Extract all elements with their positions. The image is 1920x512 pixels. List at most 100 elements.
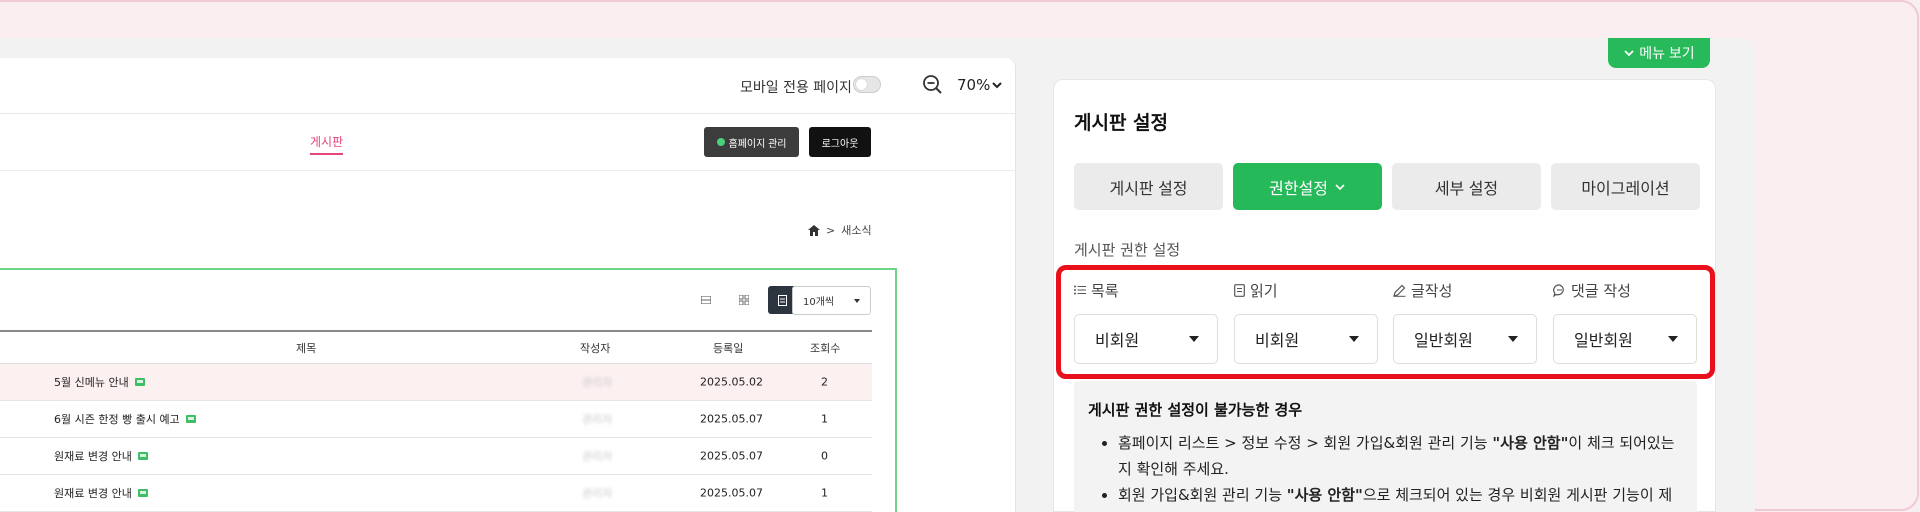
home-admin-button[interactable]: 홈페이지 관리: [704, 127, 799, 157]
image-icon: [137, 452, 148, 460]
post-views: 1: [821, 486, 828, 500]
table-row[interactable]: 6월 시즌 한정 빵 출시 예고 관리자 2025.05.07 1: [0, 401, 872, 438]
list-icon: [1074, 285, 1086, 295]
settings-tabs: 게시판 설정 권한설정 세부 설정 마이그레이션: [1074, 163, 1700, 210]
table-row[interactable]: 원재료 변경 안내 관리자 2025.05.07 0: [0, 438, 872, 475]
board-widget: 10개씩 제목 작성자 등록일 조회수 5월 신메뉴 안내 관리자 2025.0…: [0, 268, 897, 512]
header-views: 조회수: [810, 341, 841, 355]
breadcrumb: > 새소식: [808, 222, 872, 238]
post-date: 2025.05.02: [700, 375, 763, 389]
chevron-down-icon[interactable]: [990, 78, 1004, 92]
permission-label-text: 읽기: [1250, 281, 1278, 300]
logout-button[interactable]: 로그아웃: [809, 127, 871, 157]
board-settings-panel: 게시판 설정 게시판 설정 권한설정 세부 설정 마이그레이션 게시판 권한 설…: [1053, 79, 1716, 512]
image-icon: [134, 378, 145, 386]
document-view-icon: [777, 294, 787, 306]
chevron-down-icon: [1624, 50, 1634, 57]
permission-highlight-box: 목록 비회원 읽기 비회원 글작성 일반회원 댓글 작성 일반회원: [1056, 265, 1715, 379]
post-title-text: 원재료 변경 안내: [54, 487, 132, 500]
post-date: 2025.05.07: [700, 486, 763, 500]
post-title[interactable]: 6월 시즌 한정 빵 출시 예고: [54, 411, 196, 427]
table-row[interactable]: 원재료 변경 안내 관리자 2025.05.07 1: [0, 475, 872, 512]
permission-label: 글작성: [1393, 280, 1537, 300]
zoom-out-icon[interactable]: [922, 74, 944, 96]
view-list-button[interactable]: [692, 286, 720, 314]
list-item: 홈페이지 리스트 > 정보 수정 > 회원 가입&회원 관리 기능 "사용 안함…: [1118, 430, 1681, 482]
permission-value: 일반회원: [1574, 331, 1633, 350]
post-views: 0: [821, 449, 828, 463]
notice-list: 홈페이지 리스트 > 정보 수정 > 회원 가입&회원 관리 기능 "사용 안함…: [1088, 430, 1681, 512]
list-item: 회원 가입&회원 관리 기능 "사용 안함"으로 체크되어 있는 경우 비회원 …: [1118, 482, 1681, 512]
preview-toolbar: 모바일 전용 페이지 70%: [0, 58, 1016, 114]
breadcrumb-separator: >: [826, 223, 836, 237]
permission-label-text: 목록: [1091, 281, 1119, 300]
caret-down-icon: [1668, 336, 1678, 342]
permission-section-label: 게시판 권한 설정: [1074, 241, 1181, 259]
image-icon: [137, 489, 148, 497]
caret-down-icon: [1508, 336, 1518, 342]
post-title-text: 6월 시즌 한정 빵 출시 예고: [54, 413, 180, 426]
post-author: 관리자: [582, 487, 613, 500]
header-author: 작성자: [580, 341, 611, 355]
permission-write-select[interactable]: 일반회원: [1393, 314, 1537, 364]
mobile-only-toggle[interactable]: [853, 76, 881, 93]
post-title[interactable]: 5월 신메뉴 안내: [54, 374, 145, 390]
home-icon[interactable]: [808, 224, 820, 236]
zoom-level[interactable]: 70%: [957, 76, 990, 94]
tab-permissions[interactable]: 권한설정: [1233, 163, 1382, 210]
caret-down-icon: [854, 298, 860, 303]
permission-value: 비회원: [1255, 331, 1300, 350]
permission-label: 읽기: [1234, 280, 1378, 300]
grid-view-icon: [739, 295, 749, 305]
permission-label-text: 댓글 작성: [1571, 281, 1631, 300]
post-author: 관리자: [582, 413, 613, 426]
permission-value: 비회원: [1095, 331, 1140, 350]
tab-migration[interactable]: 마이그레이션: [1551, 163, 1700, 210]
post-views: 2: [821, 375, 828, 389]
chevron-down-icon: [1335, 183, 1345, 190]
permission-write: 글작성 일반회원: [1393, 280, 1537, 364]
tab-board-settings[interactable]: 게시판 설정: [1074, 163, 1223, 210]
view-mode-switcher: [692, 286, 796, 314]
notice-emphasis: "사용 안함": [1492, 434, 1569, 452]
breadcrumb-current: 새소식: [841, 224, 872, 237]
notice-text: 회원 가입&회원 관리 기능: [1118, 486, 1287, 504]
caret-down-icon: [1349, 336, 1359, 342]
permission-list-select[interactable]: 비회원: [1074, 314, 1218, 364]
post-title[interactable]: 원재료 변경 안내: [54, 485, 148, 501]
permission-read-select[interactable]: 비회원: [1234, 314, 1378, 364]
notice-title: 게시판 권한 설정이 불가능한 경우: [1088, 401, 1303, 419]
tab-detail-settings[interactable]: 세부 설정: [1392, 163, 1541, 210]
permission-read: 읽기 비회원: [1234, 280, 1378, 364]
view-grid-button[interactable]: [730, 286, 758, 314]
permission-value: 일반회원: [1414, 331, 1473, 350]
per-page-select[interactable]: 10개씩: [792, 286, 871, 315]
permission-label: 댓글 작성: [1553, 280, 1697, 300]
mobile-only-label: 모바일 전용 페이지: [740, 80, 852, 96]
document-icon: [1234, 283, 1245, 297]
plus-circle-icon: [716, 138, 725, 146]
list-view-icon: [701, 296, 711, 304]
permission-comment-select[interactable]: 일반회원: [1553, 314, 1697, 364]
pencil-icon: [1393, 284, 1406, 297]
comment-icon: [1553, 283, 1564, 297]
post-date: 2025.05.07: [700, 412, 763, 426]
per-page-value: 10개씩: [803, 297, 835, 308]
table-header: 제목 작성자 등록일 조회수: [0, 330, 872, 364]
permission-label: 목록: [1074, 280, 1218, 300]
post-views: 1: [821, 412, 828, 426]
image-icon: [185, 415, 196, 423]
post-title-text: 원재료 변경 안내: [54, 450, 132, 463]
menu-view-button[interactable]: 메뉴 보기: [1608, 38, 1710, 68]
post-title[interactable]: 원재료 변경 안내: [54, 448, 148, 464]
panel-title: 게시판 설정: [1074, 112, 1169, 134]
site-preview: 모바일 전용 페이지 70% 게시판 홈페이지 관리 로그아웃 > 새소식 10…: [0, 58, 1016, 512]
caret-down-icon: [1189, 336, 1199, 342]
permission-label-text: 글작성: [1411, 281, 1453, 300]
post-date: 2025.05.07: [700, 449, 763, 463]
home-admin-label: 홈페이지 관리: [728, 138, 787, 150]
header-date: 등록일: [713, 341, 744, 355]
nav-item-board[interactable]: 게시판: [310, 133, 344, 155]
table-row[interactable]: 5월 신메뉴 안내 관리자 2025.05.02 2: [0, 364, 872, 401]
post-title-text: 5월 신메뉴 안내: [54, 376, 129, 389]
